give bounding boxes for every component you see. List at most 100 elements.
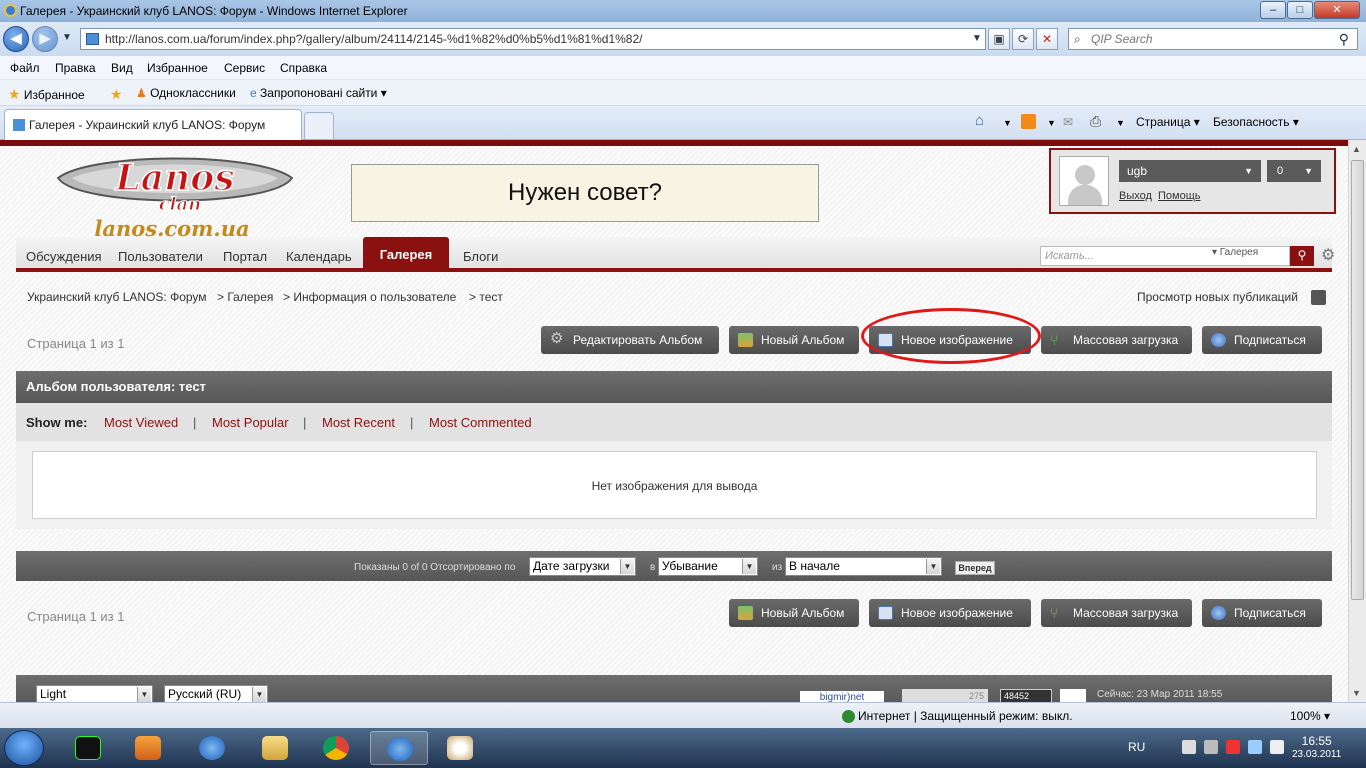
- sort-order-select[interactable]: Убывание ▼: [658, 557, 758, 576]
- suggested-sites-link[interactable]: e Запропоновані сайти ▾: [250, 86, 387, 100]
- ie-logo-icon: [4, 4, 17, 17]
- nav-portal[interactable]: Портал: [223, 249, 267, 264]
- print-icon[interactable]: ⎙: [1090, 113, 1101, 130]
- home-dropdown-icon[interactable]: ▼: [1003, 118, 1012, 128]
- menu-view[interactable]: Вид: [111, 61, 133, 75]
- breadcrumb-forum[interactable]: Украинский клуб LANOS: Форум: [27, 290, 207, 304]
- refresh-icon[interactable]: ⟳: [1012, 28, 1034, 50]
- nav-calendar[interactable]: Календарь: [286, 249, 352, 264]
- filter-most-commented[interactable]: Most Commented: [429, 415, 532, 430]
- safety-menu[interactable]: Безопасность ▾: [1213, 115, 1299, 129]
- avatar[interactable]: [1059, 156, 1109, 206]
- skin-select[interactable]: Light ▼: [36, 685, 153, 702]
- edit-album-button[interactable]: ⚙ Редактировать Альбом: [541, 326, 719, 354]
- forward-button[interactable]: ▶: [32, 26, 58, 52]
- zone-status[interactable]: Интернет | Защищенный режим: выкл.: [842, 709, 1073, 723]
- nav-blogs[interactable]: Блоги: [463, 249, 498, 264]
- counter-badge[interactable]: [1060, 689, 1086, 702]
- mail-icon[interactable]: ✉: [1063, 115, 1073, 129]
- close-button[interactable]: ✕: [1314, 1, 1360, 19]
- odnoklassniki-link[interactable]: ♟ Одноклассники: [136, 86, 236, 100]
- menu-file[interactable]: Файл: [10, 61, 40, 75]
- nav-discussions[interactable]: Обсуждения: [26, 249, 102, 264]
- mass-upload-button-bottom[interactable]: ⑂ Массовая загрузка: [1041, 599, 1192, 627]
- new-image-button-bottom[interactable]: Новое изображение: [869, 599, 1031, 627]
- breadcrumb-user-info[interactable]: > Информация о пользователе: [283, 290, 456, 304]
- search-icon[interactable]: ⚲: [1339, 29, 1349, 49]
- history-dropdown-icon[interactable]: ▼: [62, 32, 72, 43]
- taskbar-paint[interactable]: [431, 731, 489, 765]
- subscribe-button-bottom[interactable]: Подписаться: [1202, 599, 1322, 627]
- menu-tools[interactable]: Сервис: [224, 61, 265, 75]
- site-search-button[interactable]: ⚲: [1290, 246, 1314, 266]
- clock[interactable]: 16:55 23.03.2011: [1292, 734, 1341, 762]
- lanos-clan-logo[interactable]: Lanos clan lanos.com.ua: [52, 150, 298, 240]
- compatibility-icon[interactable]: ▣: [988, 28, 1010, 50]
- notifications-count[interactable]: 0 ▼: [1267, 160, 1321, 182]
- maximize-button[interactable]: □: [1287, 1, 1313, 19]
- address-bar[interactable]: http://lanos.com.ua/forum/index.php?/gal…: [80, 28, 986, 50]
- new-album-button-bottom[interactable]: Новый Альбом: [729, 599, 859, 627]
- page-scrollbar[interactable]: ▲ ▼: [1348, 140, 1366, 702]
- tray-app-icon[interactable]: [1270, 740, 1284, 754]
- language-select[interactable]: Русский (RU) ▼: [164, 685, 268, 702]
- filter-most-viewed[interactable]: Most Viewed: [104, 415, 178, 430]
- scroll-up-icon[interactable]: ▲: [1352, 144, 1361, 154]
- filter-most-recent[interactable]: Most Recent: [322, 415, 395, 430]
- visits-counter[interactable]: 275: [902, 689, 988, 702]
- new-album-button[interactable]: Новый Альбом: [729, 326, 859, 354]
- minimize-button[interactable]: –: [1260, 1, 1286, 19]
- language-indicator[interactable]: RU: [1128, 740, 1145, 754]
- gear-icon[interactable]: ⚙: [1321, 245, 1335, 265]
- scroll-down-icon[interactable]: ▼: [1352, 688, 1361, 698]
- feeds-dropdown-icon[interactable]: ▼: [1047, 118, 1056, 128]
- bigmir-counter[interactable]: bigmir)net: [800, 691, 884, 702]
- nav-gallery[interactable]: Галерея: [363, 237, 449, 272]
- taskbar-ie-active[interactable]: [370, 731, 428, 765]
- breadcrumb-gallery[interactable]: > Галерея: [217, 290, 273, 304]
- back-button[interactable]: ◀: [3, 26, 29, 52]
- taskbar-ie[interactable]: [183, 731, 241, 765]
- help-link[interactable]: Помощь: [1158, 190, 1201, 202]
- scroll-thumb[interactable]: [1351, 160, 1364, 600]
- advice-banner[interactable]: Нужен совет?: [351, 164, 819, 222]
- start-button[interactable]: [4, 730, 44, 766]
- zoom-level[interactable]: 100% ▾: [1290, 709, 1330, 723]
- taskbar-chrome[interactable]: [307, 731, 365, 765]
- taskbar-media-player[interactable]: [119, 731, 177, 765]
- filter-most-popular[interactable]: Most Popular: [212, 415, 289, 430]
- mass-upload-button[interactable]: ⑂ Массовая загрузка: [1041, 326, 1192, 354]
- rss-feed-icon[interactable]: [1021, 114, 1036, 129]
- user-menu[interactable]: ugb ▼: [1119, 160, 1261, 182]
- new-posts-link[interactable]: Просмотр новых публикаций: [1137, 290, 1298, 304]
- hits-counter[interactable]: 48452: [1000, 689, 1052, 702]
- taskbar-razer[interactable]: [59, 731, 117, 765]
- stop-icon[interactable]: ✕: [1036, 28, 1058, 50]
- qip-search-input[interactable]: ⌕ QIP Search ⚲: [1068, 28, 1358, 50]
- page-menu[interactable]: Страница ▾: [1136, 115, 1200, 129]
- search-scope-select[interactable]: ▾ Галерея: [1212, 247, 1258, 258]
- menu-edit[interactable]: Правка: [55, 61, 96, 75]
- logout-link[interactable]: Выход: [1119, 190, 1152, 202]
- taskbar-explorer[interactable]: [246, 731, 304, 765]
- security-icon[interactable]: [1226, 740, 1240, 754]
- new-tab-button[interactable]: [304, 112, 334, 139]
- nav-users[interactable]: Пользователи: [118, 249, 203, 264]
- sort-from-select[interactable]: В начале ▼: [785, 557, 942, 576]
- volume-icon[interactable]: [1248, 740, 1262, 754]
- favorites-button[interactable]: ★ Избранное: [8, 86, 85, 103]
- subscribe-button[interactable]: Подписаться: [1202, 326, 1322, 354]
- home-icon[interactable]: ⌂: [975, 112, 984, 129]
- tab-gallery[interactable]: Галерея - Украинский клуб LANOS: Форум: [4, 109, 302, 140]
- menu-help[interactable]: Справка: [280, 61, 327, 75]
- menu-favorites[interactable]: Избранное: [147, 61, 208, 75]
- globe-icon: [842, 710, 855, 723]
- network-icon[interactable]: [1204, 740, 1218, 754]
- print-dropdown-icon[interactable]: ▼: [1116, 118, 1125, 128]
- address-dropdown-icon[interactable]: ▼: [972, 33, 982, 44]
- add-favorite-icon[interactable]: ★: [110, 86, 123, 103]
- sort-field-select[interactable]: Дате загрузки ▼: [529, 557, 636, 576]
- flag-icon[interactable]: [1182, 740, 1196, 754]
- rss-icon[interactable]: [1311, 290, 1326, 305]
- sort-go-button[interactable]: Вперед: [955, 561, 995, 575]
